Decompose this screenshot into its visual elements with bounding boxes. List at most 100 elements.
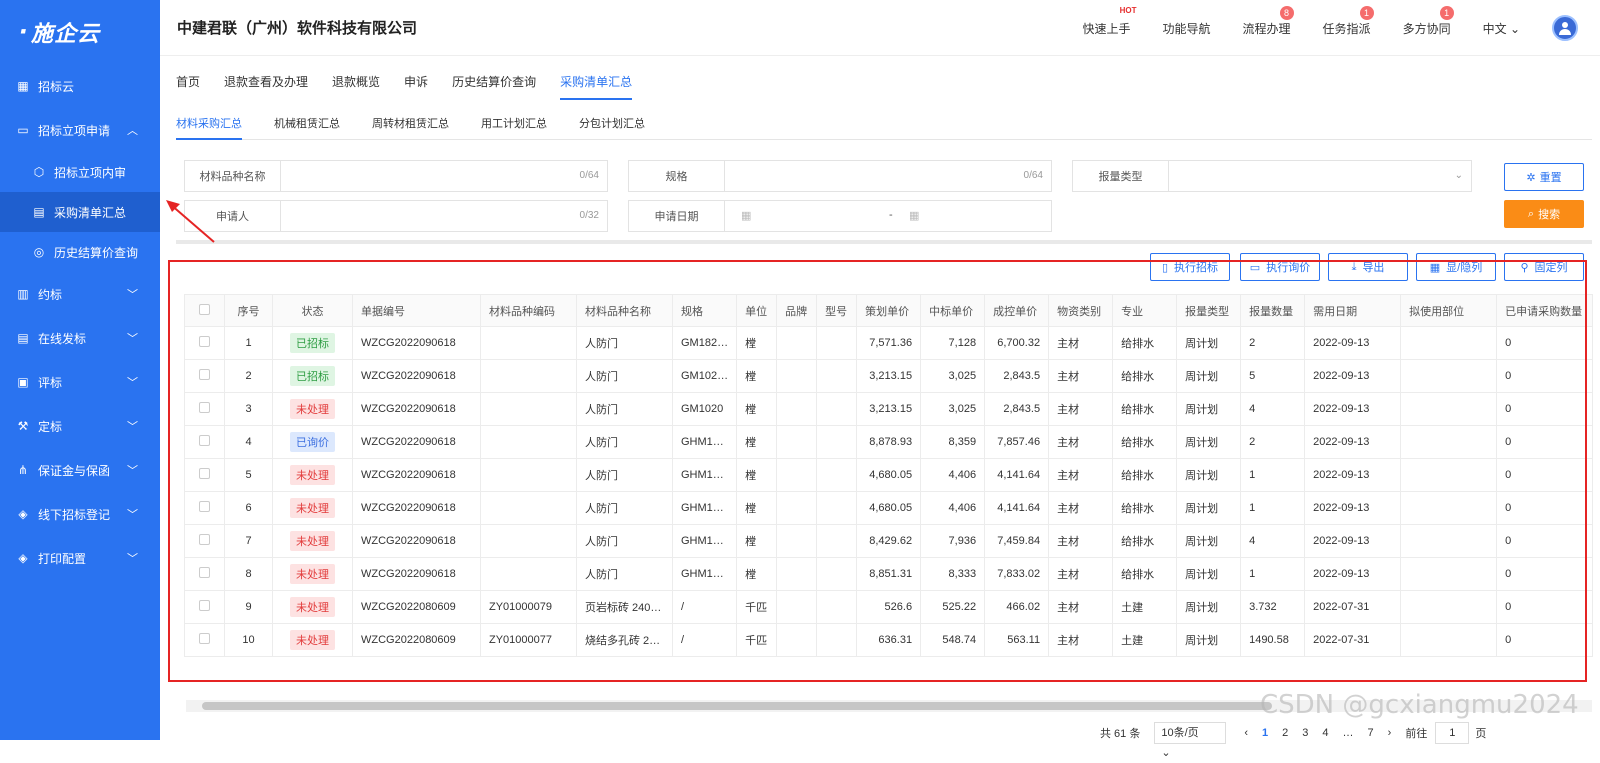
chevron-down-icon: ﹀ [127, 550, 138, 566]
avatar[interactable] [1552, 15, 1578, 41]
nav-tab[interactable]: 退款查看及办理 [224, 64, 308, 100]
filter-label: 申请日期 [629, 201, 725, 231]
page-number[interactable]: … [1343, 727, 1354, 739]
gavel-icon: ⚒ [16, 419, 30, 433]
sidebar-item-label: 线下招标登记 [38, 506, 110, 523]
nav-tab[interactable]: 采购清单汇总 [560, 64, 632, 100]
grid-icon: ▦ [16, 79, 30, 93]
prev-page-button[interactable]: ‹ [1244, 727, 1248, 739]
goto-page-input[interactable]: 1 [1435, 722, 1469, 744]
reset-button[interactable]: ✲重置 [1504, 163, 1584, 191]
annotation-arrow-icon [160, 198, 220, 248]
applicant-input[interactable]: 0/32 [281, 201, 607, 231]
scroll-thumb[interactable] [202, 702, 1272, 710]
calendar-icon: ▦ [909, 209, 919, 222]
quick-start-link[interactable]: 快速上手HOT [1083, 20, 1131, 37]
nav-tab[interactable]: 首页 [176, 64, 200, 100]
nav-tab[interactable]: 退款概览 [332, 64, 380, 100]
filter-label: 材料品种名称 [185, 161, 281, 191]
chevron-down-icon: ﹀ [127, 286, 138, 302]
process-link[interactable]: 流程办理8 [1243, 20, 1291, 37]
chevron-down-icon: ﹀ [127, 374, 138, 390]
page-size-select[interactable]: 10条/页 ⌄ [1154, 722, 1226, 744]
task-link[interactable]: 任务指派1 [1323, 20, 1371, 37]
layers-icon: ◈ [16, 507, 30, 521]
sidebar-item[interactable]: ▥约标﹀ [0, 272, 160, 316]
sidebar-item[interactable]: ◎ 历史结算价查询 [0, 232, 160, 272]
language-select[interactable]: 中文 ⌄ [1483, 20, 1520, 37]
page-number[interactable]: 1 [1262, 727, 1268, 739]
search-icon: ⌕ [1528, 208, 1534, 221]
applicant-filter: 申请人 0/32 [184, 200, 608, 232]
sidebar-item-label: 招标立项内审 [54, 164, 126, 181]
page-number[interactable]: 3 [1302, 727, 1308, 739]
sidebar-item[interactable]: ◈ 打印配置 ﹀ [0, 536, 160, 580]
function-nav-link[interactable]: 功能导航 [1163, 20, 1211, 37]
app-logo[interactable]: ·施企云 [0, 0, 160, 64]
collab-link[interactable]: 多方协同1 [1403, 20, 1451, 37]
hot-badge: HOT [1120, 6, 1137, 15]
sub-tabs: 材料采购汇总 机械租赁汇总 周转材租赁汇总 用工计划汇总 分包计划汇总 [176, 108, 1592, 140]
apply-date-range[interactable]: ▦ - ▦ [725, 201, 1051, 231]
book-icon: ▥ [16, 287, 30, 301]
sidebar-item[interactable]: ▣评标﹀ [0, 360, 160, 404]
sidebar-item-label: 在线发标 [38, 330, 86, 347]
folder-icon: ▭ [16, 123, 30, 137]
material-name-input[interactable]: 0/64 [281, 161, 607, 191]
sub-tab[interactable]: 分包计划汇总 [579, 108, 645, 139]
table-icon: ▤ [32, 205, 46, 219]
sidebar-item[interactable]: ▭招标立项申请︿ [0, 108, 160, 152]
page-number[interactable]: 7 [1368, 727, 1374, 739]
reset-icon: ✲ [1526, 171, 1535, 184]
next-page-button[interactable]: › [1388, 727, 1392, 739]
coins-icon: ◎ [32, 245, 46, 259]
top-bar: 中建君联（广州）软件科技有限公司 快速上手HOT 功能导航 流程办理8 任务指派… [160, 0, 1600, 56]
nav-tab[interactable]: 申诉 [404, 64, 428, 100]
sidebar-item-label: 历史结算价查询 [54, 244, 138, 261]
char-count: 0/64 [580, 170, 599, 181]
sub-tab[interactable]: 材料采购汇总 [176, 108, 242, 139]
chevron-down-icon: ⌄ [1510, 22, 1520, 36]
calendar-icon: ▦ [741, 209, 751, 222]
chevron-down-icon: ﹀ [127, 506, 138, 522]
sidebar-item-label: 定标 [38, 418, 62, 435]
report-type-select[interactable]: ⌄ [1169, 161, 1471, 191]
doc-icon: ▤ [16, 331, 30, 345]
sidebar-item[interactable]: ▤ 采购清单汇总 [0, 192, 160, 232]
sidebar-item-label: 采购清单汇总 [54, 204, 126, 221]
divider [176, 240, 1592, 244]
company-name: 中建君联（广州）软件科技有限公司 [177, 17, 417, 38]
page-number[interactable]: 2 [1282, 727, 1288, 739]
sidebar-menu: ▦招标云▭招标立项申请︿⬡招标立项内审 ▤ 采购清单汇总 ◎ 历史结算价查询 ▥约标﹀ ▤ 在… [0, 64, 160, 580]
material-name-filter: 材料品种名称 0/64 [184, 160, 608, 192]
sidebar-item[interactable]: ◈ 线下招标登记 ﹀ [0, 492, 160, 536]
filter-label: 规格 [629, 161, 725, 191]
sidebar-item[interactable]: ⚒ 定标 ﹀ [0, 404, 160, 448]
sub-tab[interactable]: 机械租赁汇总 [274, 108, 340, 139]
sidebar-item-label: 打印配置 [38, 550, 86, 567]
chevron-down-icon: ﹀ [127, 418, 138, 434]
layers-icon: ◈ [16, 551, 30, 565]
sub-tab[interactable]: 周转材租赁汇总 [372, 108, 449, 139]
sidebar-item[interactable]: ⋔保证金与保函﹀ [0, 448, 160, 492]
sub-tab[interactable]: 用工计划汇总 [481, 108, 547, 139]
date-range-separator: - [889, 209, 893, 221]
char-count: 0/64 [1024, 170, 1043, 181]
nav-tab[interactable]: 历史结算价查询 [452, 64, 536, 100]
chevron-down-icon: ﹀ [127, 330, 138, 346]
sidebar-item[interactable]: ▤ 在线发标 ﹀ [0, 316, 160, 360]
sidebar-item[interactable]: ⬡招标立项内审 [0, 152, 160, 192]
task-badge: 1 [1360, 6, 1374, 20]
spec-filter: 规格 0/64 [628, 160, 1052, 192]
sidebar-item[interactable]: ▦招标云 [0, 64, 160, 108]
watermark: CSDN @gcxiangmu2024 [1260, 690, 1579, 720]
search-button[interactable]: ⌕搜索 [1504, 200, 1584, 228]
top-nav: 快速上手HOT 功能导航 流程办理8 任务指派1 多方协同1 中文 ⌄ [1083, 0, 1600, 56]
collab-badge: 1 [1440, 6, 1454, 20]
spec-input[interactable]: 0/64 [725, 161, 1051, 191]
page-number[interactable]: 4 [1322, 727, 1328, 739]
share-icon: ⋔ [16, 463, 30, 477]
report-type-filter: 报量类型 ⌄ [1072, 160, 1472, 192]
chevron-down-icon: ⌄ [1455, 170, 1463, 181]
chevron-up-icon: ︿ [127, 122, 138, 138]
